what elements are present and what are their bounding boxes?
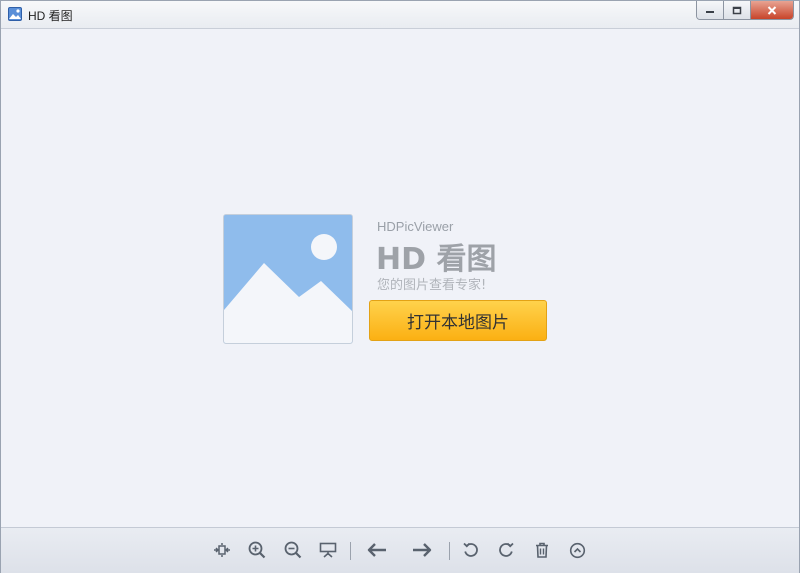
close-icon (767, 5, 777, 15)
picture-icon (8, 7, 22, 21)
toolbar-divider (449, 542, 450, 560)
minimize-icon (705, 6, 715, 14)
delete-icon (534, 542, 550, 558)
slideshow-icon (319, 542, 337, 558)
brand-name: HD 看图 (376, 242, 497, 277)
next-arrow-icon (411, 542, 433, 558)
toolbar-divider (350, 542, 351, 560)
fit-to-window-icon (213, 543, 231, 557)
window-controls (696, 1, 794, 20)
delete-button[interactable] (531, 539, 553, 561)
restore-icon (732, 6, 742, 15)
close-button[interactable] (751, 1, 793, 19)
image-placeholder-icon (223, 214, 353, 344)
zoom-out-button[interactable] (282, 539, 304, 561)
zoom-in-icon (248, 541, 266, 559)
brand-name-english: HDPicViewer (377, 219, 454, 234)
rotate-right-icon (497, 541, 515, 559)
app-window: HD 看图 HDPicViewer HD 看图 您的图片查看专家! 打开本地图片 (0, 0, 800, 573)
zoom-out-icon (284, 541, 302, 559)
open-local-image-button[interactable]: 打开本地图片 (369, 300, 547, 341)
image-canvas[interactable]: HDPicViewer HD 看图 您的图片查看专家! 打开本地图片 (1, 29, 799, 526)
minimize-button[interactable] (697, 1, 724, 19)
rotate-left-button[interactable] (460, 539, 482, 561)
restore-button[interactable] (724, 1, 751, 19)
slogan: 您的图片查看专家! (377, 278, 487, 293)
rotate-right-button[interactable] (495, 539, 517, 561)
title-bar[interactable]: HD 看图 (1, 1, 799, 29)
bottom-toolbar (1, 527, 799, 573)
next-image-button[interactable] (411, 539, 433, 561)
fit-to-window-button[interactable] (211, 539, 233, 561)
slideshow-button[interactable] (317, 539, 339, 561)
rotate-left-icon (462, 541, 480, 559)
window-title: HD 看图 (28, 9, 73, 23)
previous-image-button[interactable] (366, 539, 388, 561)
more-up-icon (569, 542, 586, 559)
previous-arrow-icon (366, 542, 388, 558)
more-options-button[interactable] (566, 539, 588, 561)
zoom-in-button[interactable] (246, 539, 268, 561)
